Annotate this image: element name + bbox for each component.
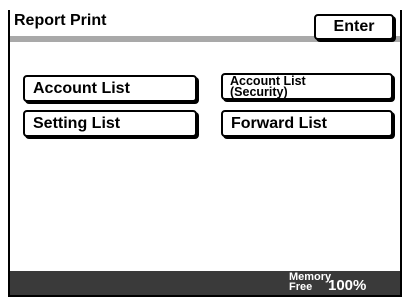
frame-right-border: [400, 10, 402, 295]
page-title: Report Print: [14, 12, 107, 29]
setting-list-button[interactable]: Setting List: [23, 110, 197, 137]
setting-list-label: Setting List: [33, 114, 121, 132]
memory-label-line2: Free: [289, 281, 313, 293]
memory-free-value: 100%: [328, 277, 367, 294]
account-list-security-button[interactable]: Account List (Security): [221, 73, 393, 100]
report-print-screen: Report Print Enter Account List Account …: [0, 0, 409, 303]
forward-list-button[interactable]: Forward List: [221, 110, 393, 137]
account-list-security-line2: (Security): [230, 84, 288, 99]
memory-free-label: Memory Free: [289, 272, 331, 293]
account-list-security-label: Account List (Security): [230, 75, 306, 99]
account-list-label: Account List: [33, 79, 130, 97]
forward-list-label: Forward List: [231, 114, 328, 132]
frame-left-border: [8, 10, 10, 295]
account-list-button[interactable]: Account List: [23, 75, 197, 102]
frame-bottom-border: [8, 295, 402, 297]
enter-button[interactable]: Enter: [314, 14, 394, 40]
